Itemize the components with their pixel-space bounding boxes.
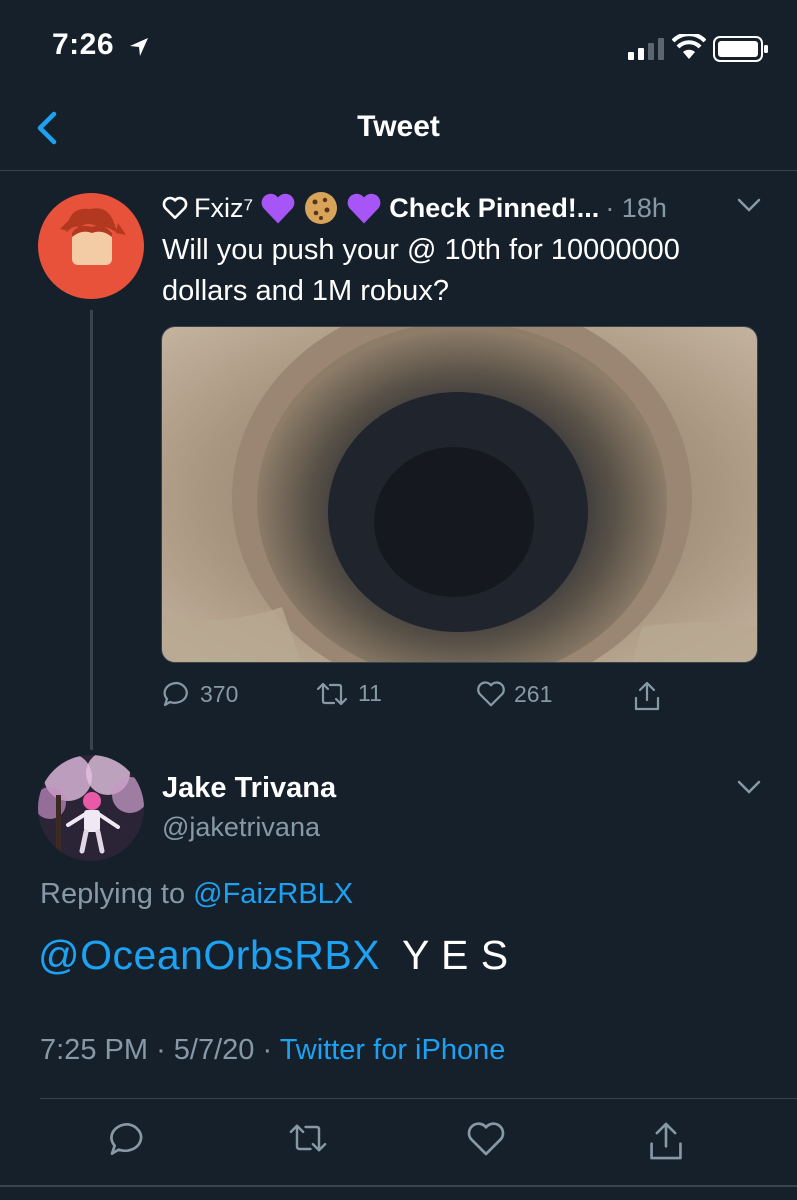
retweet-icon: [316, 682, 348, 705]
reply-icon: [163, 681, 188, 707]
quoted-author-name[interactable]: Fxiz⁷ Check Pinned!... · 18h: [162, 190, 667, 226]
like-count: 261: [514, 680, 553, 707]
quoted-tweet-text: Will you push your @ 10th for 10000000 d…: [162, 234, 680, 307]
thread-line: [90, 310, 93, 750]
cookie-icon: [305, 192, 338, 224]
reply-button[interactable]: 370: [162, 680, 238, 708]
share-icon: [634, 681, 660, 711]
nav-divider: [0, 170, 797, 171]
mention-link[interactable]: @OceanOrbsRBX: [38, 932, 380, 978]
signal-icon: [628, 38, 664, 60]
share-button[interactable]: [632, 680, 662, 712]
heart-icon[interactable]: [466, 1120, 506, 1158]
battery-icon: [713, 36, 768, 62]
replying-to: Replying to @FaizRBLX: [40, 878, 353, 911]
status-time: 7:26: [52, 28, 115, 61]
heart-icon: [477, 681, 505, 707]
name-suffix: Check Pinned!...: [389, 192, 600, 223]
retweet-count: 11: [358, 680, 382, 706]
retweet-icon[interactable]: [286, 1120, 330, 1156]
replying-to-label: Replying to: [40, 878, 186, 910]
like-button[interactable]: 261: [476, 680, 552, 708]
divider: [0, 1185, 797, 1187]
tweet-meta: 7:25 PM · 5/7/20 · Twitter for iPhone: [40, 1034, 505, 1067]
replying-to-handle-link[interactable]: @FaizRBLX: [193, 878, 353, 910]
name-prefix: Fxiz⁷: [194, 192, 254, 223]
tweet-body-text: Y E S: [401, 932, 509, 978]
tweet-time: 7:25 PM: [40, 1034, 148, 1066]
purple-heart-icon: [347, 193, 381, 224]
meta-separator: ·: [262, 1034, 280, 1066]
author-name[interactable]: Jake Trivana: [162, 772, 336, 805]
avatar[interactable]: [38, 193, 144, 299]
avatar[interactable]: [38, 755, 144, 861]
tweet-source-link[interactable]: Twitter for iPhone: [280, 1034, 506, 1066]
retweet-button[interactable]: 11: [314, 680, 382, 707]
divider: [40, 1098, 797, 1099]
meta-separator: ·: [156, 1034, 174, 1066]
location-arrow-icon: [130, 38, 148, 56]
purple-heart-icon: [261, 193, 295, 224]
quoted-tweet-time: · 18h: [605, 192, 667, 223]
wifi-icon: [672, 34, 706, 59]
chevron-down-icon[interactable]: [735, 195, 763, 215]
page-title: Tweet: [357, 110, 440, 143]
chevron-down-icon[interactable]: [735, 777, 763, 797]
author-handle[interactable]: @jaketrivana: [162, 812, 320, 843]
reply-icon[interactable]: [108, 1120, 148, 1158]
tweet-media-image[interactable]: [161, 326, 758, 663]
reply-count: 370: [200, 680, 239, 707]
tweet-text: @OceanOrbsRBX Y E S: [38, 932, 509, 979]
heart-outline-icon: [162, 196, 188, 220]
share-icon[interactable]: [646, 1120, 686, 1162]
tweet-date: 5/7/20: [173, 1034, 255, 1066]
